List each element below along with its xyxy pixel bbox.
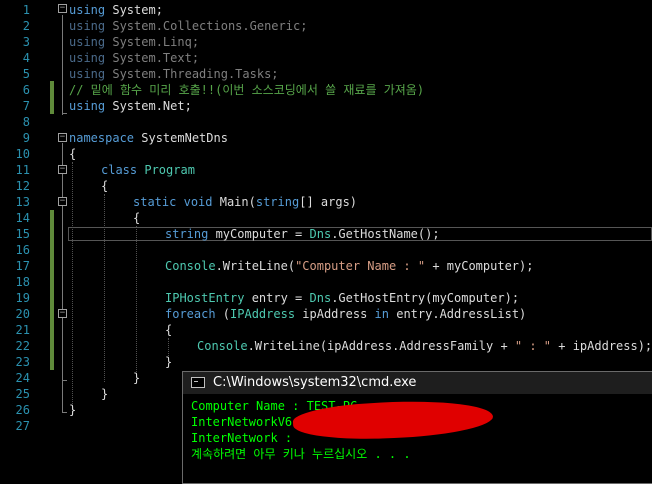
line-number: 11 <box>15 163 30 177</box>
code-line[interactable]: 19 IPHostEntry entry = Dns.GetHostEntry(m… <box>0 290 652 306</box>
code-line[interactable]: 22 Console.WriteLine(ipAddress.AddressFam… <box>0 338 652 354</box>
line-number: 18 <box>15 275 30 289</box>
line-number: 13 <box>15 195 30 209</box>
line-number: 20 <box>15 307 30 321</box>
code-text: } <box>133 371 141 385</box>
cmd-title-bar[interactable]: C:\Windows\system32\cmd.exe <box>183 372 652 394</box>
code-text: static void Main(string[] args) <box>133 195 358 209</box>
code-line[interactable]: 5 using System.Threading.Tasks; <box>0 66 652 82</box>
line-number: 17 <box>15 259 30 273</box>
line-number: 6 <box>22 83 30 97</box>
line-number: 8 <box>22 115 30 129</box>
line-number: 3 <box>22 35 30 49</box>
code-text: } <box>69 403 77 417</box>
line-number: 1 <box>22 3 30 17</box>
code-line[interactable]: 4 using System.Text; <box>0 50 652 66</box>
line-number: 14 <box>15 211 30 225</box>
line-number: 24 <box>15 371 30 385</box>
code-line[interactable]: 14 { <box>0 210 652 226</box>
code-text: { <box>165 323 173 337</box>
line-number: 22 <box>15 339 30 353</box>
code-line[interactable]: 1 using System; <box>0 2 652 18</box>
line-number: 15 <box>15 227 30 241</box>
code-line[interactable]: 11 class Program <box>0 162 652 178</box>
code-text: } <box>101 387 109 401</box>
console-icon <box>191 377 205 388</box>
code-text: class Program <box>101 163 195 177</box>
code-line[interactable]: 7 using System.Net; <box>0 98 652 114</box>
code-text: using System.Collections.Generic; <box>69 19 308 33</box>
code-line[interactable]: 21 { <box>0 322 652 338</box>
line-number: 27 <box>15 419 30 433</box>
code-text: foreach (IPAddress ipAddress in entry.Ad… <box>165 307 527 321</box>
code-text: namespace SystemNetDns <box>69 131 228 145</box>
cmd-title: C:\Windows\system32\cmd.exe <box>213 375 417 390</box>
code-line[interactable]: 2 using System.Collections.Generic; <box>0 18 652 34</box>
code-line[interactable]: 6 // 밑에 함수 미리 호출!!(이번 소스코딩에서 쓸 재료를 가져옴) <box>0 82 652 98</box>
code-line[interactable]: 9 namespace SystemNetDns <box>0 130 652 146</box>
line-number: 16 <box>15 243 30 257</box>
code-line[interactable]: 13 static void Main(string[] args) <box>0 194 652 210</box>
code-text: using System.Net; <box>69 99 192 113</box>
code-line[interactable]: 20 foreach (IPAddress ipAddress in entry.… <box>0 306 652 322</box>
line-number: 2 <box>22 19 30 33</box>
code-text: using System.Text; <box>69 51 200 65</box>
code-line[interactable]: 3 using System.Linq; <box>0 34 652 50</box>
code-text: using System.Threading.Tasks; <box>69 67 279 81</box>
line-number: 12 <box>15 179 30 193</box>
code-text: string myComputer = Dns.GetHostName(); <box>165 227 440 241</box>
line-number: 25 <box>15 387 30 401</box>
code-text: using System.Linq; <box>69 35 200 49</box>
code-text: IPHostEntry entry = Dns.GetHostEntry(myC… <box>165 291 520 305</box>
code-text: { <box>101 179 109 193</box>
line-number: 4 <box>22 51 30 65</box>
code-text: { <box>69 147 77 161</box>
cmd-window[interactable]: C:\Windows\system32\cmd.exe Computer Nam… <box>182 371 652 484</box>
line-number: 23 <box>15 355 30 369</box>
code-text: Console.WriteLine("Computer Name : " + m… <box>165 259 534 273</box>
output-line: 계속하려면 아무 키나 누르십시오 . . . <box>191 447 411 461</box>
line-number: 10 <box>15 147 30 161</box>
code-line[interactable]: 18 <box>0 274 652 290</box>
code-line[interactable]: 23} <box>0 354 652 370</box>
code-line[interactable]: 10 { <box>0 146 652 162</box>
code-text: } <box>165 355 173 369</box>
code-line[interactable]: 17 Console.WriteLine("Computer Name : " +… <box>0 258 652 274</box>
line-number: 26 <box>15 403 30 417</box>
line-number: 9 <box>22 131 30 145</box>
line-number: 19 <box>15 291 30 305</box>
line-number: 7 <box>22 99 30 113</box>
code-text: // 밑에 함수 미리 호출!!(이번 소스코딩에서 쓸 재료를 가져옴) <box>69 83 425 97</box>
code-line[interactable]: 8 <box>0 114 652 130</box>
code-text: { <box>133 211 141 225</box>
code-text: using System; <box>69 3 163 17</box>
line-number: 21 <box>15 323 30 337</box>
code-text: Console.WriteLine(ipAddress.AddressFamil… <box>197 339 652 353</box>
code-line[interactable]: 12 { <box>0 178 652 194</box>
code-line[interactable]: 15 string myComputer = Dns.GetHostName(); <box>0 226 652 242</box>
line-number: 5 <box>22 67 30 81</box>
code-line[interactable]: 16 <box>0 242 652 258</box>
